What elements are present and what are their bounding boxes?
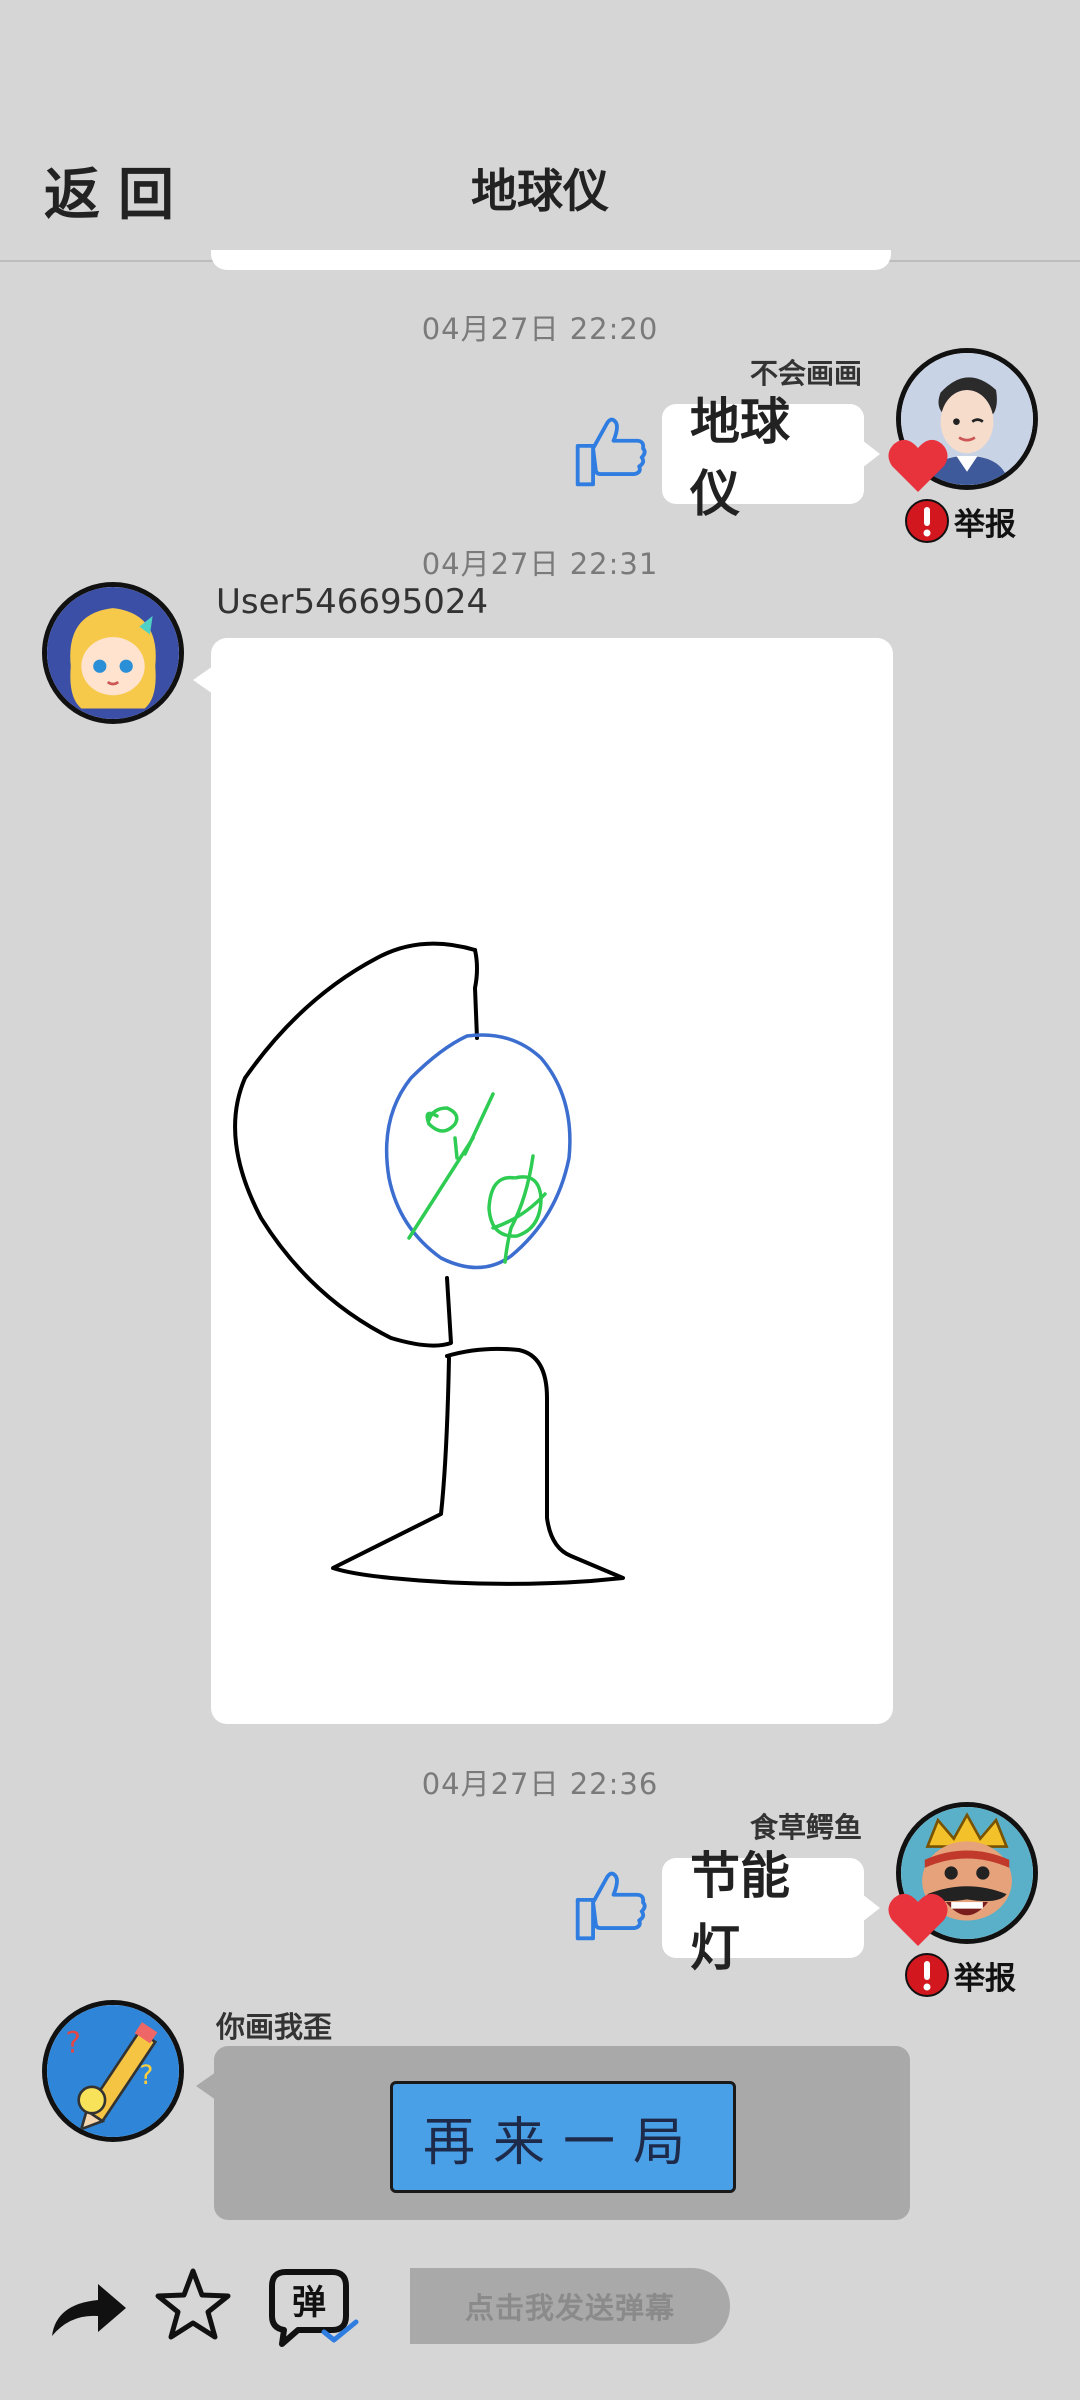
username: User546695024 bbox=[216, 582, 489, 622]
username: 你画我歪 bbox=[216, 2010, 333, 2044]
message-bubble: 地球仪 bbox=[662, 393, 880, 523]
user-avatar[interactable]: ? ? bbox=[42, 2000, 184, 2142]
pencil-app-avatar: ? ? bbox=[47, 2005, 179, 2137]
timestamp: 04月27日 22:20 bbox=[421, 312, 659, 346]
play-again-button[interactable]: 再来一局 bbox=[390, 2081, 736, 2193]
danmaku-icon: 弹 bbox=[269, 2269, 359, 2347]
report-label: 举报 bbox=[954, 506, 1016, 543]
like-thumb-icon[interactable] bbox=[570, 1864, 652, 1946]
user-avatar[interactable] bbox=[42, 582, 184, 724]
star-icon[interactable] bbox=[154, 2266, 232, 2342]
message-bubble: 节能灯 bbox=[662, 1847, 880, 1977]
alert-icon bbox=[905, 499, 949, 543]
heart-icon[interactable] bbox=[886, 436, 950, 494]
danmaku-input[interactable]: 点击我发送弹幕 bbox=[410, 2268, 730, 2344]
share-icon[interactable] bbox=[46, 2274, 130, 2340]
timestamp: 04月27日 22:31 bbox=[421, 547, 659, 581]
heart-icon[interactable] bbox=[886, 1890, 950, 1948]
previous-card-edge bbox=[211, 250, 891, 270]
report-label: 举报 bbox=[954, 1960, 1016, 1997]
anime-girl-avatar bbox=[47, 587, 179, 719]
like-thumb-icon[interactable] bbox=[570, 410, 652, 492]
report-button[interactable]: 举报 bbox=[904, 1952, 1016, 1998]
timestamp: 04月27日 22:36 bbox=[421, 1767, 659, 1801]
alert-icon bbox=[905, 1953, 949, 1997]
svg-text:?: ? bbox=[65, 2026, 80, 2060]
drawing-card[interactable] bbox=[193, 638, 893, 1724]
danmaku-toggle-button[interactable]: 弹 bbox=[262, 2266, 362, 2350]
system-card: 再来一局 bbox=[196, 2046, 910, 2220]
page-title: 地球仪 bbox=[471, 164, 609, 218]
fan-drawing bbox=[233, 941, 625, 1586]
danmaku-glyph: 弹 bbox=[292, 2283, 326, 2323]
top-bar: 返回 地球仪 bbox=[0, 0, 1080, 262]
report-button[interactable]: 举报 bbox=[904, 498, 1016, 544]
svg-text:?: ? bbox=[139, 2060, 153, 2091]
